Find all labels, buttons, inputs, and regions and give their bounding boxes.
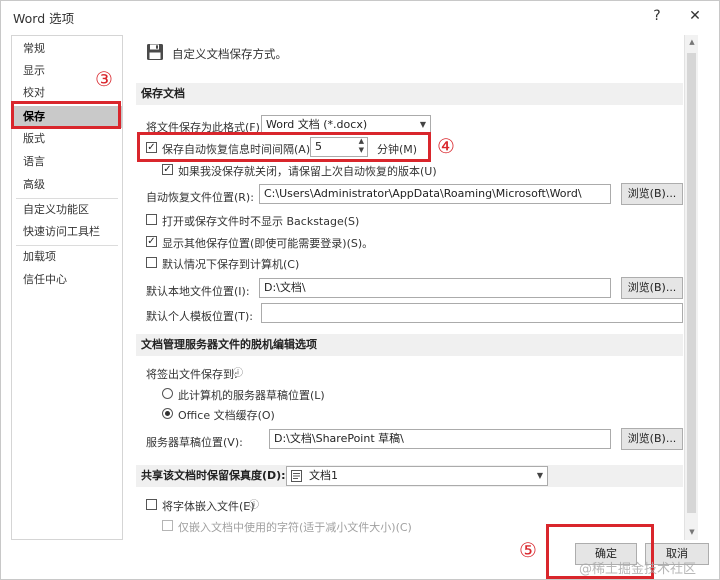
sidebar-item-general[interactable]: 常规 [12, 38, 122, 60]
save-checkout-label: 将签出文件保存到: [146, 368, 238, 381]
annotation-number-5: ⑤ [519, 538, 537, 562]
embed-fonts-checkbox[interactable] [146, 499, 157, 510]
section-offline-editing: 文档管理服务器文件的脱机编辑选项 [136, 334, 683, 356]
personal-template-label: 默认个人模板位置(T): [146, 310, 254, 323]
scroll-thumb[interactable] [687, 53, 696, 513]
word-options-dialog: Word 选项 ? ✕ 常规 显示 校对 保存 版式 语言 高级 自定义功能区 … [0, 0, 720, 580]
sidebar-item-addins[interactable]: 加载项 [12, 246, 122, 268]
annotation-number-3: ③ [95, 67, 113, 91]
no-backstage-label: 打开或保存文件时不显示 Backstage(S) [162, 215, 360, 228]
sidebar-item-layout[interactable]: 版式 [12, 128, 122, 150]
save-to-computer-checkbox[interactable] [146, 257, 157, 268]
fidelity-document-dropdown[interactable]: 文档1 ▼ [286, 466, 548, 486]
scroll-up-icon[interactable]: ▲ [685, 35, 699, 49]
vertical-scrollbar[interactable]: ▲ ▼ [684, 35, 698, 540]
server-drafts-location-input[interactable]: D:\文档\SharePoint 草稿\ [269, 429, 611, 449]
browse-local-button[interactable]: 浏览(B)... [621, 277, 683, 299]
embed-used-chars-checkbox[interactable] [162, 520, 173, 531]
sidebar-item-customize-ribbon[interactable]: 自定义功能区 [12, 199, 122, 221]
sidebar-item-trust-center[interactable]: 信任中心 [12, 269, 122, 291]
save-format-value: Word 文档 (*.docx) [266, 118, 368, 131]
document-icon [291, 470, 302, 482]
personal-template-input[interactable] [261, 303, 683, 323]
floppy-disk-icon [147, 44, 163, 60]
radio-office-cache[interactable] [162, 408, 173, 419]
show-locations-checkbox[interactable]: ✓ [146, 236, 157, 247]
close-button[interactable]: ✕ [681, 5, 709, 27]
sidebar-item-language[interactable]: 语言 [12, 151, 122, 173]
embed-used-chars-label: 仅嵌入文档中使用的字符(适于减小文件大小)(C) [178, 521, 412, 534]
annotation-number-4: ④ [437, 134, 455, 158]
window-title: Word 选项 [13, 11, 75, 26]
chevron-down-icon: ▼ [536, 471, 543, 480]
keep-last-version-checkbox[interactable]: ✓ [162, 164, 173, 175]
browse-server-drafts-button[interactable]: 浏览(B)... [621, 428, 683, 450]
sidebar-item-quick-access-toolbar[interactable]: 快速访问工具栏 [12, 221, 122, 243]
browse-autorecover-button[interactable]: 浏览(B)... [621, 183, 683, 205]
autorecover-location-label: 自动恢复文件位置(R): [146, 191, 254, 204]
help-button[interactable]: ? [643, 5, 671, 27]
server-drafts-location-label: 服务器草稿位置(V): [146, 436, 243, 449]
page-header-text: 自定义文档保存方式。 [172, 47, 287, 61]
fidelity-document-value: 文档1 [309, 469, 338, 482]
default-local-location-label: 默认本地文件位置(I): [146, 285, 250, 298]
radio-server-drafts[interactable] [162, 388, 173, 399]
no-backstage-checkbox[interactable] [146, 214, 157, 225]
embed-fonts-label: 将字体嵌入文件(E) [162, 500, 255, 513]
annotation-box-autorecover [137, 132, 431, 162]
show-locations-label: 显示其他保存位置(即使可能需要登录)(S)。 [162, 237, 374, 250]
annotation-box-save-nav [11, 101, 121, 129]
autorecover-location-input[interactable]: C:\Users\Administrator\AppData\Roaming\M… [259, 184, 611, 204]
save-to-computer-label: 默认情况下保存到计算机(C) [162, 258, 300, 271]
info-icon: ⓘ [249, 500, 259, 511]
sidebar-item-advanced[interactable]: 高级 [12, 174, 122, 196]
keep-last-version-label: 如果我没保存就关闭，请保留上次自动恢复的版本(U) [178, 165, 437, 178]
section-save-documents: 保存文档 [136, 83, 683, 105]
default-local-location-input[interactable]: D:\文档\ [259, 278, 611, 298]
scroll-down-icon[interactable]: ▼ [685, 525, 699, 539]
info-icon: ⓘ [233, 368, 243, 379]
radio-server-drafts-label: 此计算机的服务器草稿位置(L) [178, 389, 325, 402]
title-bar: Word 选项 ? ✕ [1, 1, 719, 31]
watermark-text: @稀土掘金技术社区 [579, 562, 697, 577]
radio-office-cache-label: Office 文档缓存(O) [178, 409, 275, 422]
